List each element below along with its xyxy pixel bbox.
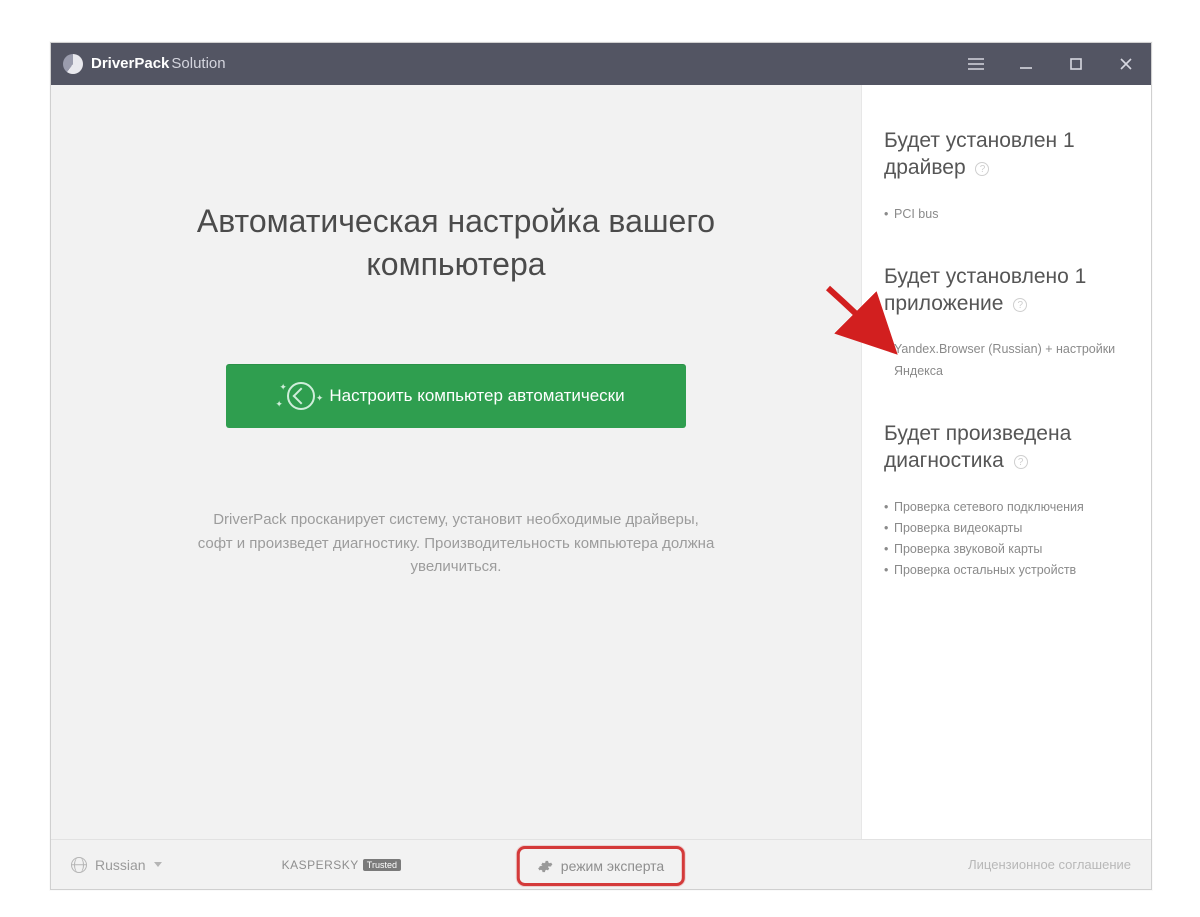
chevron-down-icon xyxy=(154,862,162,867)
app-window: DriverPackSolution Автоматическая настро… xyxy=(50,42,1152,890)
drivers-heading: Будет установлен 1 драйвер ? xyxy=(884,127,1129,182)
minimize-icon xyxy=(1019,57,1033,71)
list-item: Проверка остальных устройств xyxy=(884,560,1129,581)
list-item: PCI bus xyxy=(884,204,1129,225)
menu-button[interactable] xyxy=(951,43,1001,85)
description-text: DriverPack просканирует систему, установ… xyxy=(196,508,716,578)
content-area: Автоматическая настройка вашего компьюте… xyxy=(51,85,1151,839)
logo-icon xyxy=(63,54,83,74)
brand-name-light: Solution xyxy=(171,55,225,72)
gear-icon xyxy=(538,859,553,874)
list-item: Проверка звуковой карты xyxy=(884,539,1129,560)
list-item: Yandex.Browser (Russian) + настройки Янд… xyxy=(884,339,1129,382)
apps-list: Yandex.Browser (Russian) + настройки Янд… xyxy=(884,339,1129,382)
diagnostics-heading: Будет произведена диагностика ? xyxy=(884,420,1129,475)
hamburger-icon xyxy=(968,58,984,70)
app-logo: DriverPackSolution xyxy=(51,54,226,74)
brand-name-bold: DriverPack xyxy=(91,55,169,72)
main-panel: Автоматическая настройка вашего компьюте… xyxy=(51,85,861,839)
kaspersky-badge: KASPERSKY Trusted xyxy=(282,858,401,872)
close-button[interactable] xyxy=(1101,43,1151,85)
help-icon[interactable]: ? xyxy=(975,162,989,176)
sidebar: Будет установлен 1 драйвер ? PCI bus Буд… xyxy=(861,85,1151,839)
language-selector[interactable]: Russian xyxy=(71,857,162,873)
diagnostics-list: Проверка сетевого подключения Проверка в… xyxy=(884,497,1129,582)
globe-icon xyxy=(71,857,87,873)
help-icon[interactable]: ? xyxy=(1014,455,1028,469)
disc-icon: ✦✦✦ xyxy=(287,382,315,410)
license-link[interactable]: Лицензионное соглашение xyxy=(968,857,1131,872)
footer: Russian KASPERSKY Trusted режим эксперта… xyxy=(51,839,1151,889)
help-icon[interactable]: ? xyxy=(1013,298,1027,312)
cta-label: Настроить компьютер автоматически xyxy=(329,386,624,406)
minimize-button[interactable] xyxy=(1001,43,1051,85)
expert-mode-label: режим эксперта xyxy=(561,858,664,874)
maximize-icon xyxy=(1070,58,1082,70)
apps-heading: Будет установлено 1 приложение ? xyxy=(884,263,1129,318)
list-item: Проверка сетевого подключения xyxy=(884,497,1129,518)
language-label: Russian xyxy=(95,857,146,873)
maximize-button[interactable] xyxy=(1051,43,1101,85)
expert-mode-button[interactable]: режим эксперта xyxy=(517,846,685,886)
titlebar: DriverPackSolution xyxy=(51,43,1151,85)
close-icon xyxy=(1120,58,1132,70)
page-title: Автоматическая настройка вашего компьюте… xyxy=(176,200,736,286)
drivers-list: PCI bus xyxy=(884,204,1129,225)
auto-configure-button[interactable]: ✦✦✦ Настроить компьютер автоматически xyxy=(226,364,686,428)
list-item: Проверка видеокарты xyxy=(884,518,1129,539)
